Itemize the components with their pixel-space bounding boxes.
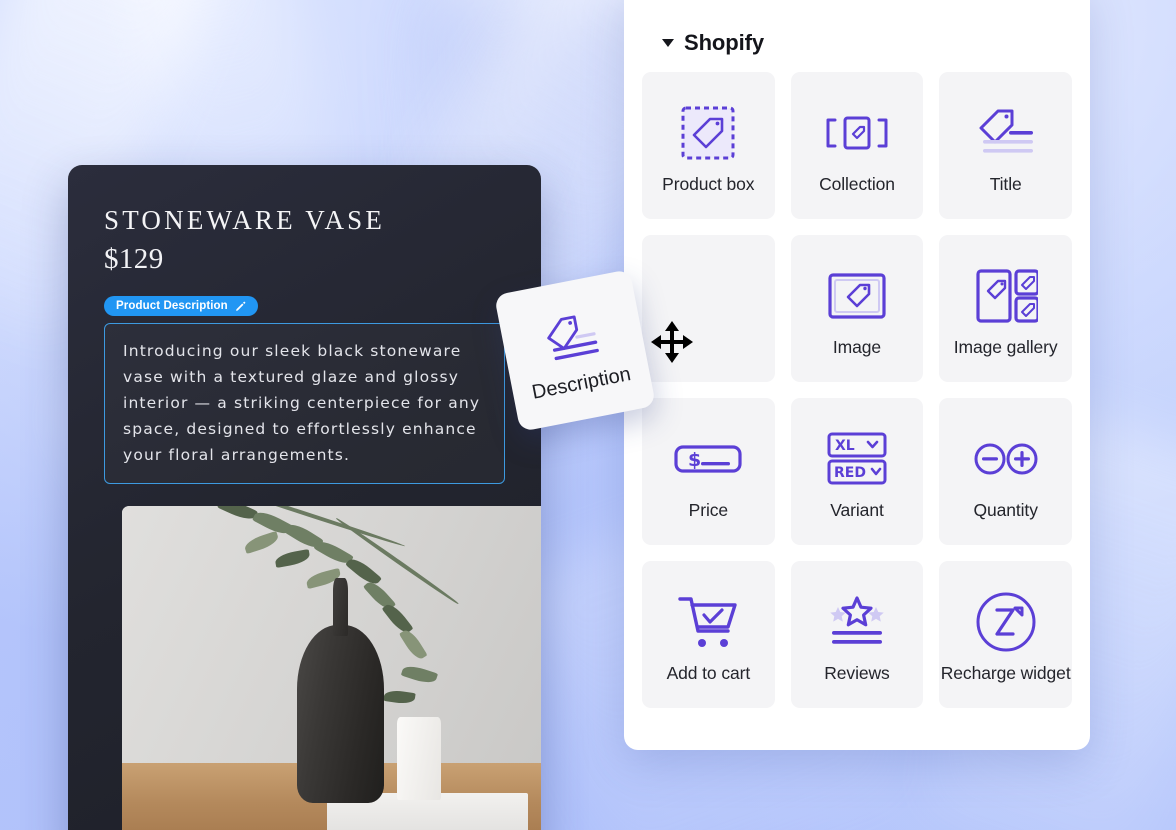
- component-tile-variant[interactable]: XL RED Variant: [790, 398, 924, 545]
- product-description-badge-label: Product Description: [116, 300, 228, 312]
- product-description-box[interactable]: Introducing our sleek black stoneware va…: [104, 323, 505, 484]
- image-frame-tag-icon: [824, 259, 890, 333]
- panel-title: Shopify: [684, 30, 764, 55]
- move-cursor-icon: [651, 321, 693, 363]
- component-tile-product-box[interactable]: Product box: [642, 72, 775, 219]
- product-price: $129: [104, 243, 164, 275]
- chevron-down-icon[interactable]: [662, 39, 674, 47]
- component-label: Price: [688, 500, 729, 520]
- component-label: Product box: [662, 174, 755, 194]
- quantity-stepper-icon: [971, 422, 1041, 496]
- component-label: Variant: [830, 500, 884, 520]
- component-tile-image-gallery[interactable]: Image gallery: [939, 235, 1072, 382]
- product-description-badge[interactable]: Product Description: [104, 296, 258, 316]
- tag-in-dashed-box-icon: [677, 96, 739, 170]
- component-tile-recharge-widget[interactable]: Recharge widget: [939, 561, 1072, 708]
- component-label: Add to cart: [666, 663, 751, 683]
- component-label: Image gallery: [953, 337, 1058, 357]
- component-tile-image[interactable]: Image: [790, 235, 924, 382]
- component-tile-quantity[interactable]: Quantity: [939, 398, 1072, 545]
- shopping-cart-check-icon: [674, 585, 742, 659]
- component-tile-reviews[interactable]: Reviews: [790, 561, 924, 708]
- svg-text:XL: XL: [835, 438, 855, 454]
- component-label: Recharge widget: [940, 663, 1071, 683]
- component-label: Quantity: [973, 500, 1038, 520]
- product-preview-card: STONEWARE VASE $129 Product Description …: [68, 165, 541, 830]
- component-label: Title: [989, 174, 1022, 194]
- component-label: Image: [832, 337, 882, 357]
- image-gallery-icon: [974, 259, 1038, 333]
- photo-white-vase: [397, 717, 441, 800]
- component-tile-price[interactable]: $ Price: [642, 398, 775, 545]
- component-grid: Product box Collection Title Image Image…: [640, 72, 1074, 708]
- star-rating-icon: [822, 585, 892, 659]
- photo-dark-vase: [296, 578, 385, 803]
- component-tile-collection[interactable]: Collection: [790, 72, 924, 219]
- component-label: Collection: [819, 174, 895, 194]
- svg-text:$: $: [688, 449, 701, 471]
- tag-with-lines-icon: [536, 300, 609, 377]
- product-description-text: Introducing our sleek black stoneware va…: [123, 342, 481, 464]
- product-title: STONEWARE VASE: [104, 205, 386, 235]
- price-field-icon: $: [673, 422, 743, 496]
- collection-carousel-icon: [824, 96, 890, 170]
- variant-dropdowns-icon: XL RED: [824, 422, 890, 496]
- component-label: Reviews: [824, 663, 890, 683]
- shopify-component-panel: Shopify Product box Collection Title Ima…: [624, 0, 1090, 750]
- pencil-icon: [235, 301, 246, 311]
- panel-header[interactable]: Shopify: [640, 0, 1074, 72]
- dragged-description-card[interactable]: Description: [494, 269, 656, 432]
- recharge-logo-icon: [975, 585, 1037, 659]
- product-photo: [122, 506, 541, 830]
- svg-text:RED: RED: [834, 465, 866, 481]
- component-tile-title[interactable]: Title: [939, 72, 1072, 219]
- component-tile-add-to-cart[interactable]: Add to cart: [642, 561, 775, 708]
- tag-with-lines-icon: [973, 96, 1039, 170]
